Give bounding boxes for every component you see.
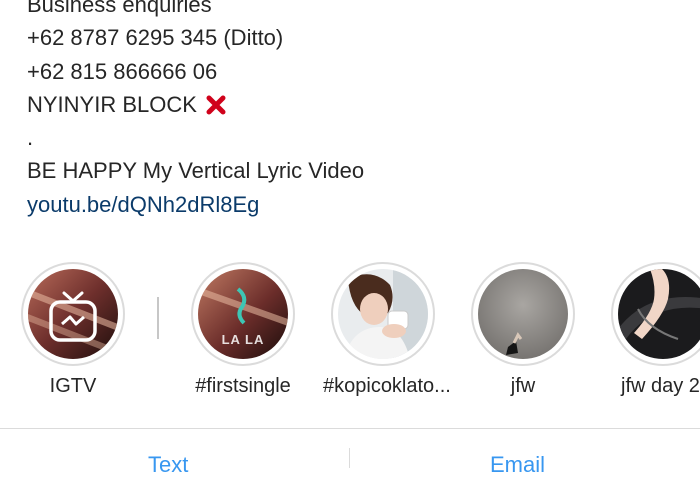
- highlight-thumbnail: [478, 269, 568, 359]
- action-bar-divider: [0, 428, 700, 429]
- text-button[interactable]: Text: [148, 452, 188, 478]
- highlight-label: jfw day 2: [621, 375, 700, 397]
- bio-phone-ditto: +62 8787 6295 345 (Ditto): [27, 25, 284, 51]
- story-highlights: IGTV LA LA #firstsingle #kopicoklato... …: [0, 262, 700, 412]
- highlight-ring: LA LA: [191, 262, 295, 366]
- bio-section: Business enquiries +62 8787 6295 345 (Di…: [27, 0, 687, 221]
- highlight-thumbnail: [338, 269, 428, 359]
- email-button[interactable]: Email: [490, 452, 545, 478]
- bio-phone: +62 815 866666 06: [27, 58, 218, 84]
- highlight-label: #firstsingle: [195, 375, 291, 397]
- highlight-label: jfw: [510, 375, 536, 397]
- bio-dot: .: [27, 125, 34, 151]
- highlight-divider: [157, 297, 159, 339]
- action-bar-separator: [349, 448, 350, 468]
- red-cross-mark-icon: [205, 94, 227, 116]
- highlight-ring: [21, 262, 125, 366]
- bio-link[interactable]: youtu.be/dQNh2dRl8Eg: [27, 188, 687, 221]
- bio-line: Business enquiries: [27, 0, 212, 17]
- bio-line-video: BE HAPPY My Vertical Lyric Video: [27, 158, 365, 184]
- highlight-overlay-text: LA LA: [221, 332, 265, 347]
- igtv-icon: [48, 291, 98, 348]
- highlight-thumbnail: [618, 269, 700, 359]
- bio-block-line: NYINYIR BLOCK: [27, 88, 687, 121]
- highlight-ring: [471, 262, 575, 366]
- highlight-label: IGTV: [49, 375, 97, 397]
- highlight-ring: [331, 262, 435, 366]
- bio-block-text: NYINYIR BLOCK: [27, 91, 197, 117]
- highlight-ring: [611, 262, 700, 366]
- highlight-label: #kopicoklato...: [323, 375, 451, 397]
